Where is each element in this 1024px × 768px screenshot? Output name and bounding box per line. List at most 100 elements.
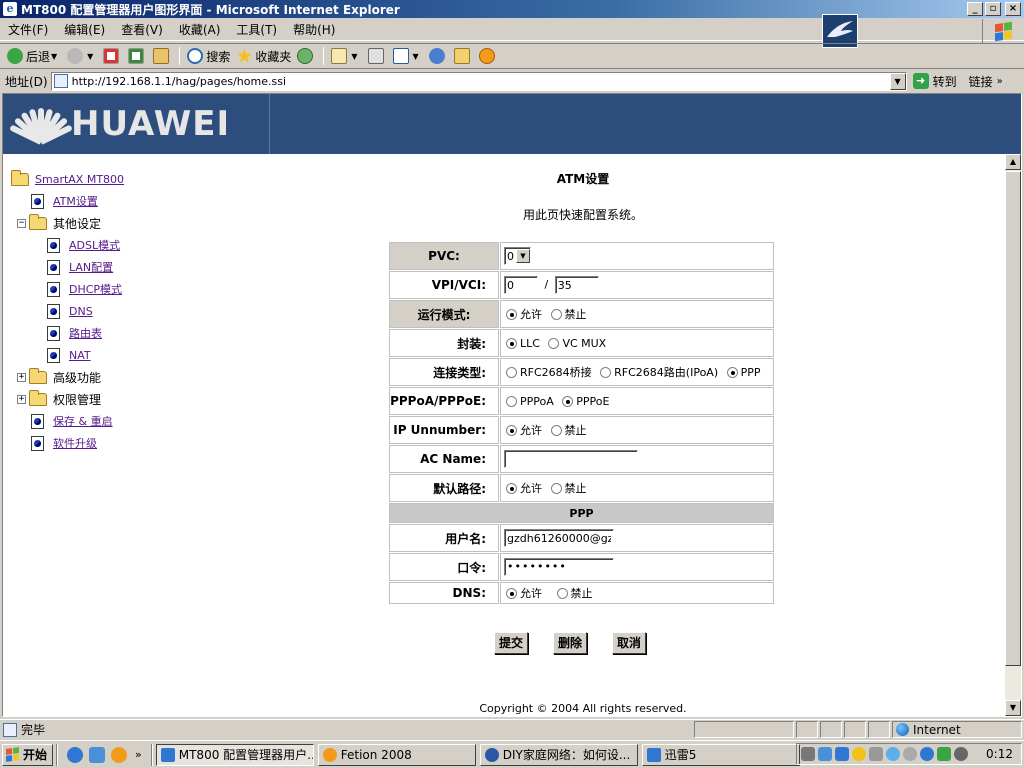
nav-item-upgrade[interactable]: 软件升级 (11, 432, 211, 454)
nav-link-atm[interactable]: ATM设置 (53, 193, 98, 209)
dns-allow-radio[interactable] (506, 587, 517, 599)
keyboard-icon[interactable] (801, 747, 815, 761)
search-button[interactable]: 搜索 (184, 45, 233, 67)
pppoe-radio[interactable] (562, 395, 574, 407)
nav-item-route[interactable]: 路由表 (11, 322, 211, 344)
collapse-icon[interactable]: − (17, 218, 26, 228)
menu-view[interactable]: 查看(V) (113, 20, 171, 40)
nav-link-route[interactable]: 路由表 (69, 325, 102, 341)
forward-dropdown-icon[interactable]: ▼ (87, 52, 93, 61)
pvc-select[interactable]: 0 ▼ (504, 247, 531, 265)
nav-link-nat[interactable]: NAT (69, 349, 91, 362)
password-input[interactable]: •••••••• (504, 558, 614, 576)
nav-item-nat[interactable]: NAT (11, 344, 211, 366)
antivirus-icon[interactable] (903, 747, 917, 761)
encap-llc-radio[interactable] (506, 337, 517, 349)
messenger-tray-icon[interactable] (886, 747, 900, 761)
nav-item-dns[interactable]: DNS (11, 300, 211, 322)
thunder-tray-icon[interactable] (835, 747, 849, 761)
minimize-button[interactable]: _ (967, 2, 983, 16)
back-button[interactable]: 后退 ▼ (4, 45, 64, 67)
cancel-button[interactable]: 取消 (612, 632, 647, 654)
nav-item-adsl[interactable]: ADSL模式 (11, 234, 211, 256)
desktop-quicklaunch-icon[interactable] (89, 746, 106, 763)
edit-dropdown-icon[interactable]: ▼ (413, 52, 419, 61)
go-button[interactable]: ➜ 转到 (912, 73, 957, 90)
expand-icon[interactable]: + (17, 394, 26, 404)
edit-button[interactable]: ▼ (390, 45, 426, 67)
task-ie[interactable]: MT800 配置管理器用户... (155, 743, 314, 766)
stop-button[interactable] (100, 45, 125, 67)
media-quicklaunch-icon[interactable] (111, 746, 128, 763)
refresh-button[interactable] (125, 45, 150, 67)
task-diy-network[interactable]: DIY家庭网络：如何设... (479, 743, 638, 766)
conn-bridge-radio[interactable] (506, 366, 517, 378)
ie-quicklaunch-icon[interactable] (67, 746, 84, 763)
forward-button[interactable]: ▼ (64, 45, 100, 67)
nav-item-dhcp[interactable]: DHCP模式 (11, 278, 211, 300)
nav-link-dns[interactable]: DNS (69, 305, 93, 318)
volume-icon[interactable] (954, 747, 968, 761)
conn-ppp-radio[interactable] (726, 366, 738, 378)
network-icon[interactable] (818, 747, 832, 761)
menu-edit[interactable]: 编辑(E) (56, 20, 113, 40)
history-button[interactable] (294, 45, 319, 67)
menu-file[interactable]: 文件(F) (0, 20, 56, 40)
default-route-allow-radio[interactable] (506, 482, 517, 494)
default-route-deny-radio[interactable] (550, 482, 562, 494)
nav-item-save[interactable]: 保存 & 重启 (11, 410, 211, 432)
scroll-thumb[interactable] (1005, 171, 1021, 666)
back-dropdown-icon[interactable]: ▼ (51, 52, 57, 61)
nav-group-permissions[interactable]: + 权限管理 (11, 388, 211, 410)
menu-help[interactable]: 帮助(H) (285, 20, 343, 40)
address-field[interactable]: ▼ (50, 71, 907, 91)
update-icon[interactable] (920, 747, 934, 761)
nav-root[interactable]: SmartAX MT800 (11, 168, 211, 190)
nav-link-adsl[interactable]: ADSL模式 (69, 237, 120, 253)
vpi-input[interactable] (504, 276, 538, 294)
expand-icon[interactable]: + (17, 372, 26, 382)
messenger-button[interactable] (426, 45, 451, 67)
nav-link-save-restart[interactable]: 保存 & 重启 (53, 413, 113, 429)
ac-name-input[interactable] (504, 450, 638, 468)
nav-root-link[interactable]: SmartAX MT800 (35, 173, 124, 186)
links-chevron-icon[interactable]: » (997, 76, 1003, 87)
address-input[interactable] (71, 73, 890, 89)
menu-favorites[interactable]: 收藏(A) (171, 20, 229, 40)
qq-icon[interactable] (852, 747, 866, 761)
disk-icon[interactable] (869, 747, 883, 761)
chevron-down-icon[interactable]: ▼ (516, 249, 530, 263)
scroll-up-icon[interactable]: ▲ (1005, 154, 1021, 170)
task-thunder[interactable]: 迅雷5 (641, 743, 800, 766)
maximize-button[interactable]: ▫ (985, 2, 1001, 16)
delete-button[interactable]: 删除 (553, 632, 588, 654)
ip-unnumber-deny-radio[interactable] (550, 424, 562, 436)
vci-input[interactable] (554, 276, 599, 294)
nav-group-advanced[interactable]: + 高级功能 (11, 366, 211, 388)
conn-route-radio[interactable] (600, 366, 612, 378)
nav-link-lan[interactable]: LAN配置 (69, 259, 113, 275)
task-fetion[interactable]: Fetion 2008 (317, 743, 476, 766)
encap-vcmux-radio[interactable] (548, 337, 560, 349)
submit-button[interactable]: 提交 (494, 632, 529, 654)
favorites-button[interactable]: 收藏夹 (233, 45, 294, 67)
nav-item-atm[interactable]: ATM设置 (11, 190, 211, 212)
links-button[interactable]: 链接 (969, 73, 993, 90)
nav-group-other[interactable]: − 其他设定 (11, 212, 211, 234)
dns-deny-radio[interactable] (556, 587, 568, 599)
close-button[interactable]: × (1005, 2, 1021, 16)
nav-link-dhcp[interactable]: DHCP模式 (69, 281, 122, 297)
nav-item-lan[interactable]: LAN配置 (11, 256, 211, 278)
nav-link-upgrade[interactable]: 软件升级 (53, 435, 97, 451)
run-mode-deny-radio[interactable] (550, 308, 562, 320)
ip-unnumber-allow-radio[interactable] (506, 424, 517, 436)
mail-button[interactable]: ▼ (328, 45, 364, 67)
username-input[interactable] (504, 529, 614, 547)
connection-icon[interactable] (937, 747, 951, 761)
home-button[interactable] (150, 45, 175, 67)
plugin-button[interactable] (476, 45, 501, 67)
start-button[interactable]: 开始 (2, 743, 54, 766)
mail-dropdown-icon[interactable]: ▼ (351, 52, 357, 61)
quicklaunch-more-icon[interactable]: » (135, 748, 142, 761)
menu-tools[interactable]: 工具(T) (228, 20, 285, 40)
